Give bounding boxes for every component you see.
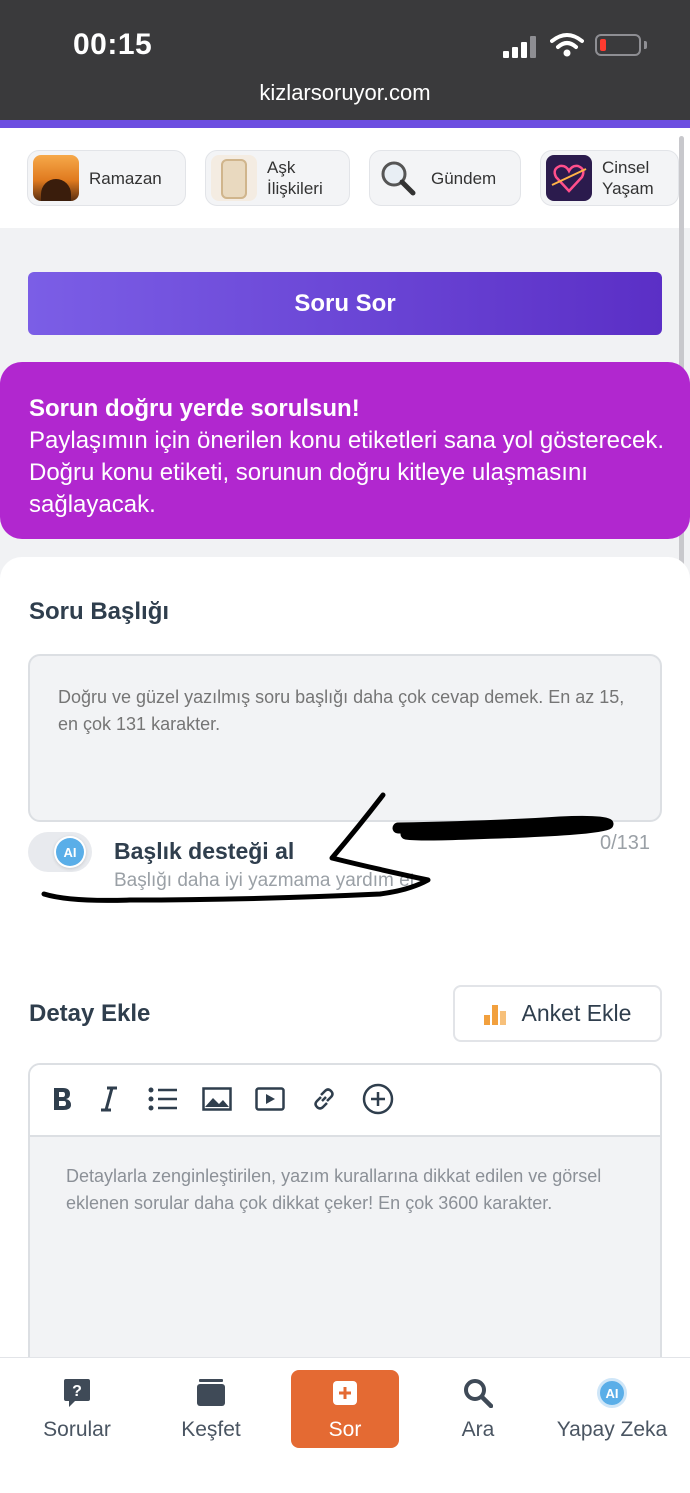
nav-label: Sorular (43, 1418, 111, 1441)
topic-chip-label: Ramazan (89, 168, 162, 188)
topic-chip-cinsel[interactable]: Cinsel Yaşam (540, 150, 679, 206)
nav-sorular[interactable]: ? Sorular (12, 1370, 142, 1450)
character-counter: 0/131 (600, 832, 651, 854)
signal-icon (503, 36, 541, 58)
add-poll-label: Anket Ekle (521, 1000, 632, 1026)
nav-label: Sor (328, 1418, 362, 1441)
info-banner: Sorun doğru yerde sorulsun! Paylaşımın i… (0, 362, 690, 539)
details-textarea[interactable]: Detaylarla zenginleştirilen, yazım kural… (30, 1137, 660, 1381)
plus-square-icon (328, 1376, 362, 1410)
search-icon (461, 1376, 495, 1410)
nav-yapay-zeka[interactable]: AI Yapay Zeka (547, 1370, 677, 1450)
bold-icon[interactable] (44, 1081, 80, 1117)
ai-icon: AI (56, 838, 84, 866)
nav-ara[interactable]: Ara (413, 1370, 543, 1450)
wifi-icon (550, 33, 584, 57)
poll-chart-icon (483, 1003, 508, 1025)
topic-chip-ramazan[interactable]: Ramazan (27, 150, 186, 206)
topic-chip-label: Gündem (431, 168, 497, 188)
italic-icon[interactable] (91, 1081, 127, 1117)
status-bar: 00:15 kizlarsoruyor.com (0, 0, 690, 120)
details-editor: Detaylarla zenginleştirilen, yazım kural… (28, 1063, 662, 1383)
topic-chip-gundem[interactable]: Gündem (369, 150, 521, 206)
battery-icon (595, 34, 641, 56)
url-bar[interactable]: kizlarsoruyor.com (0, 80, 690, 106)
title-assist-title: Başlık desteği al (114, 838, 295, 864)
link-icon[interactable] (306, 1081, 342, 1117)
banner-title: Sorun doğru yerde sorulsun! (29, 395, 360, 422)
ask-question-button[interactable]: Soru Sor (28, 272, 662, 335)
explore-stack-icon (194, 1376, 228, 1410)
topic-chip-ask[interactable]: Aşk İlişkileri (205, 150, 350, 206)
details-label: Detay Ekle (29, 1000, 151, 1027)
status-time: 00:15 (73, 28, 153, 61)
magnifier-icon (375, 155, 421, 201)
topic-chip-label: Cinsel Yaşam (602, 158, 654, 198)
bottom-nav: ? Sorular Keşfet Sor Ara AI Yapay Zeka (0, 1357, 690, 1493)
title-assist-toggle[interactable]: AI (28, 832, 92, 872)
question-title-input[interactable] (28, 654, 662, 822)
nav-label: Keşfet (181, 1418, 241, 1441)
neon-heart-icon (546, 155, 592, 201)
list-icon[interactable] (145, 1081, 181, 1117)
add-icon[interactable] (360, 1081, 396, 1117)
image-icon[interactable] (199, 1081, 235, 1117)
mosque-sunset-icon (33, 155, 79, 201)
question-title-label: Soru Başlığı (29, 598, 170, 625)
topic-chip-label: Aşk İlişkileri (267, 158, 323, 198)
nav-kesfet[interactable]: Keşfet (146, 1370, 276, 1450)
topic-chips: Ramazan Aşk İlişkileri Gündem Cinsel Yaş… (0, 128, 690, 228)
editor-toolbar (30, 1065, 660, 1137)
banner-text: Paylaşımın için önerilen konu etiketleri… (29, 427, 664, 518)
add-poll-button[interactable]: Anket Ekle (453, 985, 662, 1042)
nav-label: Yapay Zeka (556, 1418, 668, 1441)
title-assist-subtitle: Başlığı daha iyi yazmama yardım et. (114, 870, 421, 891)
couple-icon (211, 155, 257, 201)
accent-line (0, 120, 690, 128)
ai-icon: AI (595, 1376, 629, 1410)
question-bubble-icon: ? (60, 1376, 94, 1410)
video-icon[interactable] (252, 1081, 288, 1117)
svg-text:?: ? (72, 1383, 82, 1400)
nav-label: Ara (461, 1418, 495, 1441)
nav-sor[interactable]: Sor (291, 1370, 399, 1448)
